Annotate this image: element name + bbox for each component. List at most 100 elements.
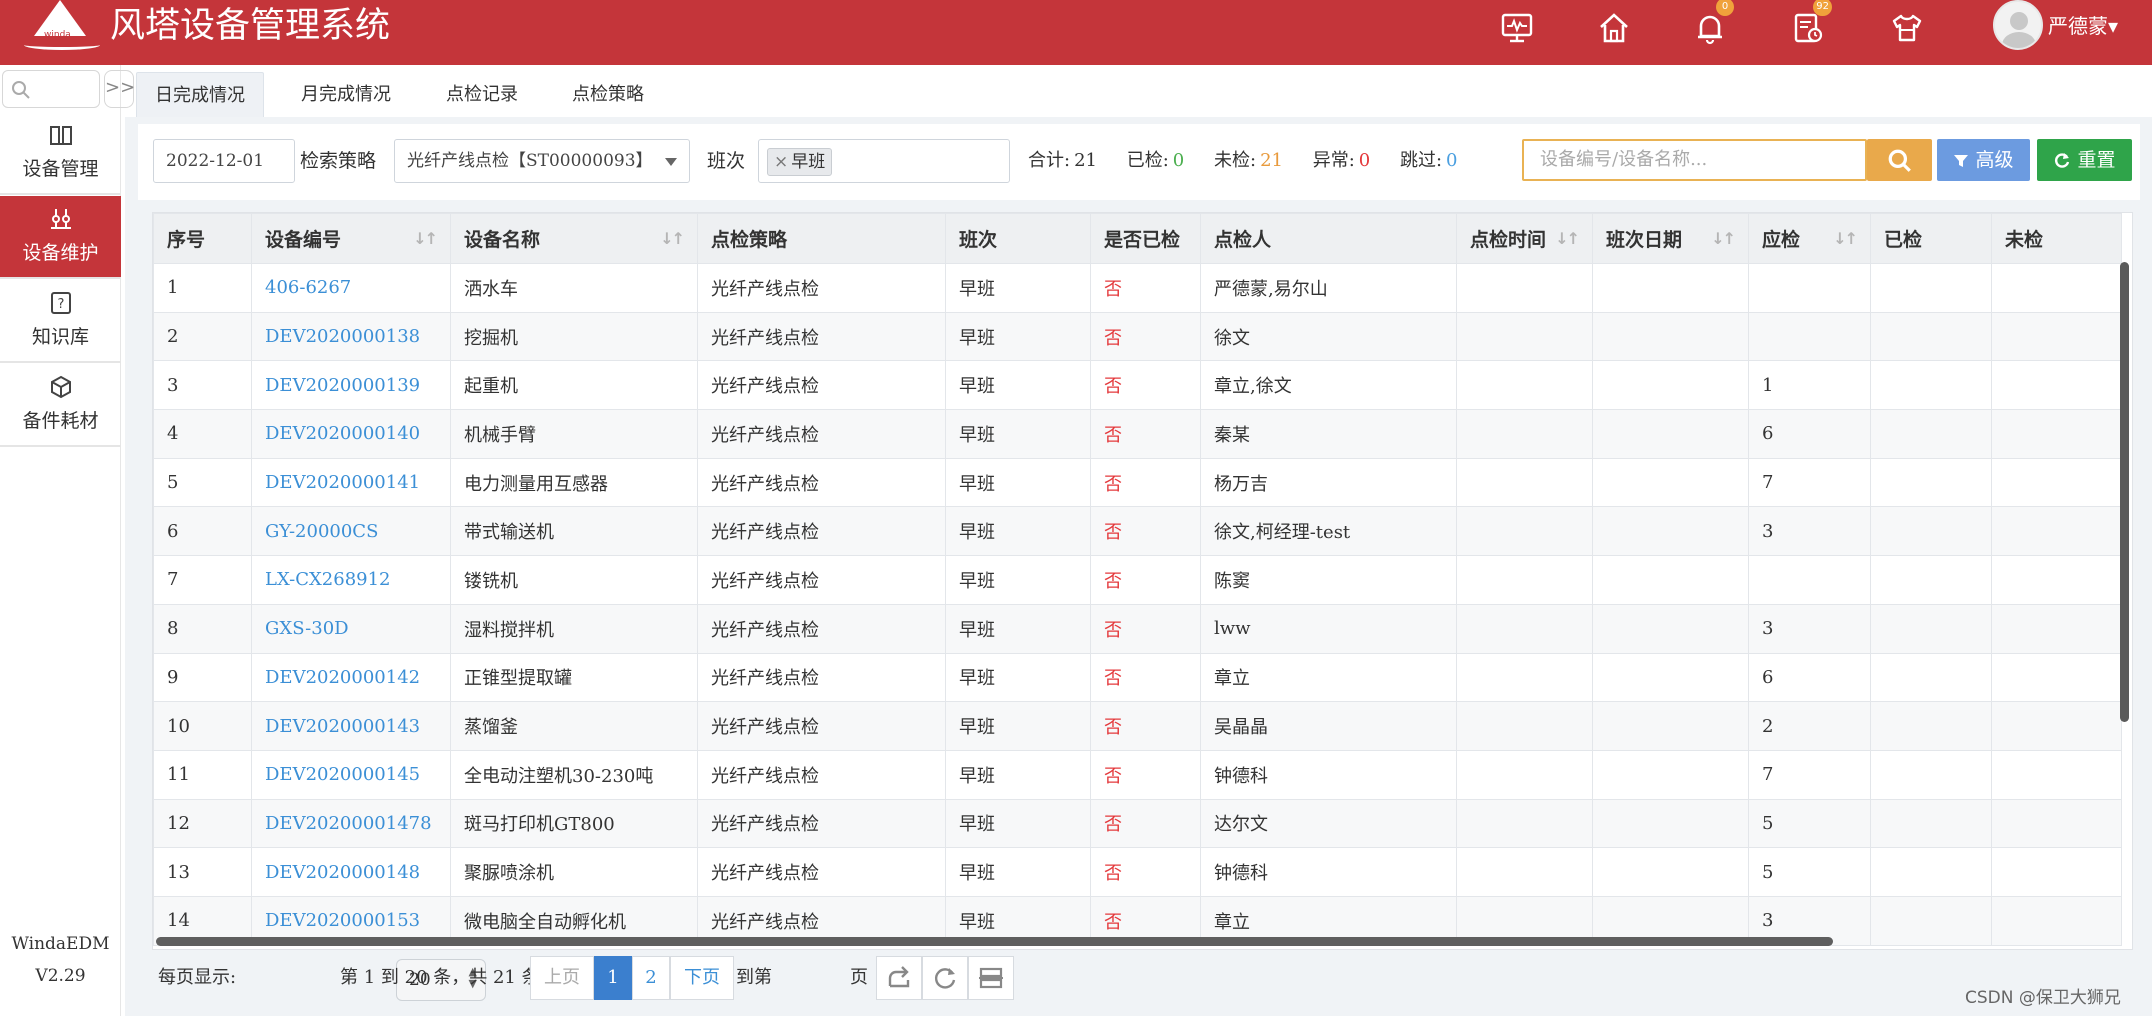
device-code-link[interactable]: DEV20200001478 xyxy=(251,798,451,849)
sidebar-item-knowledge[interactable]: ? 知识库 xyxy=(0,280,121,363)
col-header-inspection-time[interactable]: 点检时间 ↓↑ xyxy=(1456,213,1593,264)
device-code-link[interactable]: DEV2020000148 xyxy=(251,847,451,897)
export-button[interactable] xyxy=(876,956,922,1000)
sidebar-item-equipment[interactable]: 设备管理 xyxy=(0,112,121,195)
table-cell: 光纤产线点检 xyxy=(697,409,946,459)
table-cell xyxy=(1592,555,1749,605)
sidebar-collapse-toggle[interactable]: >> xyxy=(104,70,135,108)
horizontal-scrollbar[interactable] xyxy=(156,937,1833,946)
table-cell: 全电动注塑机30-230吨 xyxy=(450,749,698,800)
sort-icon[interactable]: ↓↑ xyxy=(1833,229,1858,248)
col-header-device-code[interactable]: 设备编号 ↓↑ xyxy=(251,213,451,264)
tab-monthly-completion[interactable]: 月完成情况 xyxy=(301,72,391,118)
sidebar-item-maintenance[interactable]: 设备维护 xyxy=(0,196,121,279)
table-cell: 否 xyxy=(1090,749,1201,800)
tab-daily-completion[interactable]: 日完成情况 xyxy=(136,72,264,118)
sort-icon[interactable]: ↓↑ xyxy=(1711,229,1736,248)
table-cell xyxy=(1991,895,2122,946)
remove-tag-icon[interactable]: × xyxy=(774,152,788,172)
strategy-select[interactable]: 光纤产线点检【ST00000093】 xyxy=(394,139,690,183)
bell-icon[interactable]: 0 xyxy=(1688,0,1734,50)
page-1-button[interactable]: 1 xyxy=(594,956,632,1000)
col-header-index: 序号 xyxy=(153,213,252,264)
table-cell xyxy=(1991,311,2122,362)
device-code-link[interactable]: 406-6267 xyxy=(251,263,451,313)
table-cell xyxy=(1870,798,1992,849)
table-cell xyxy=(1592,847,1749,897)
table-row[interactable]: 9 DEV2020000142 正锥型提取罐 光纤产线点检 早班否章立 6 xyxy=(153,652,2122,703)
vertical-scrollbar[interactable] xyxy=(2120,262,2129,722)
table-cell: 否 xyxy=(1090,409,1201,459)
table-cell: 早班 xyxy=(945,311,1091,362)
advanced-filter-button[interactable]: 高级 xyxy=(1937,139,2030,181)
refresh-button[interactable] xyxy=(922,956,968,1000)
device-code-link[interactable]: GXS-30D xyxy=(251,603,451,654)
col-header-due[interactable]: 应检 ↓↑ xyxy=(1748,213,1871,264)
table-row[interactable]: 1 406-6267 洒水车 光纤产线点检 早班否严德蒙,易尔山 xyxy=(153,263,2122,313)
table-cell: 3 xyxy=(1748,506,1871,557)
table-row[interactable]: 2 DEV2020000138 挖掘机 光纤产线点检 早班否徐文 xyxy=(153,311,2122,362)
table-cell: 早班 xyxy=(945,652,1091,703)
col-header-device-name[interactable]: 设备名称 ↓↑ xyxy=(450,213,698,264)
user-name-dropdown[interactable]: 严德蒙▾ xyxy=(2048,10,2118,39)
column-toggle-button[interactable] xyxy=(968,956,1014,1000)
sort-icon[interactable]: ↓↑ xyxy=(1555,229,1580,248)
table-cell: 11 xyxy=(153,749,252,800)
table-row[interactable]: 7 LX-CX268912 镂铣机 光纤产线点检 早班否陈窦 xyxy=(153,555,2122,605)
tab-inspection-records[interactable]: 点检记录 xyxy=(446,72,518,118)
device-code-link[interactable]: DEV2020000139 xyxy=(251,360,451,411)
sort-icon[interactable]: ↓↑ xyxy=(660,229,685,248)
strategy-select-value: 光纤产线点检【ST00000093】 xyxy=(407,151,653,171)
monitor-icon[interactable] xyxy=(1495,6,1539,50)
table-cell: 7 xyxy=(153,555,252,605)
table-row[interactable]: 4 DEV2020000140 机械手臂 光纤产线点检 早班否秦某 6 xyxy=(153,409,2122,459)
table-cell: 早班 xyxy=(945,749,1091,800)
home-icon[interactable] xyxy=(1592,6,1636,50)
date-picker[interactable]: 2022-12-01 xyxy=(153,139,295,183)
device-code-link[interactable]: LX-CX268912 xyxy=(251,555,451,605)
goto-label: 到第 xyxy=(736,967,772,988)
device-code-link[interactable]: DEV2020000143 xyxy=(251,701,451,751)
device-code-link[interactable]: DEV2020000141 xyxy=(251,457,451,508)
table-cell xyxy=(1870,701,1992,751)
user-avatar[interactable] xyxy=(1993,0,2043,50)
app-name: WindaEDM xyxy=(11,934,110,954)
prev-page-button[interactable]: 上页 xyxy=(530,956,594,1000)
col-header-shift-date[interactable]: 班次日期 ↓↑ xyxy=(1592,213,1749,264)
page-2-button[interactable]: 2 xyxy=(632,956,670,1000)
device-code-link[interactable]: DEV2020000142 xyxy=(251,652,451,703)
table-row[interactable]: 6 GY-20000CS 带式输送机 光纤产线点检 早班否徐文,柯经理-test 3 xyxy=(153,506,2122,557)
device-code-link[interactable]: DEV2020000140 xyxy=(251,409,451,459)
sidebar-search-input[interactable] xyxy=(2,70,100,108)
device-search-input[interactable]: 设备编号/设备名称... xyxy=(1522,139,1867,181)
filter-icon xyxy=(1954,155,1969,167)
table-row[interactable]: 3 DEV2020000139 起重机 光纤产线点检 早班否章立,徐文 1 xyxy=(153,360,2122,411)
table-row[interactable]: 8 GXS-30D 湿料搅拌机 光纤产线点检 早班否 lww 3 xyxy=(153,603,2122,654)
sort-icon[interactable]: ↓↑ xyxy=(413,229,438,248)
device-code-link[interactable]: DEV2020000138 xyxy=(251,311,451,362)
columns-icon xyxy=(979,967,1003,989)
tab-inspection-strategy[interactable]: 点检策略 xyxy=(572,72,644,118)
skipped-value: 0 xyxy=(1446,150,1458,171)
table-row[interactable]: 10 DEV2020000143 蒸馏釜 光纤产线点检 早班否吴晶晶 2 xyxy=(153,701,2122,751)
next-page-button[interactable]: 下页 xyxy=(670,956,734,1000)
search-button[interactable] xyxy=(1867,139,1932,181)
table-cell xyxy=(1991,603,2122,654)
table-row[interactable]: 11 DEV2020000145 全电动注塑机30-230吨 光纤产线点检 早班否钟德科… xyxy=(153,749,2122,800)
task-icon[interactable]: 92 xyxy=(1786,0,1832,50)
table-cell: 否 xyxy=(1090,263,1201,313)
device-code-link[interactable]: DEV2020000145 xyxy=(251,749,451,800)
sidebar-item-spare-parts[interactable]: 备件耗材 xyxy=(0,364,121,447)
shift-tag[interactable]: × 早班 xyxy=(767,148,833,176)
table-cell: 光纤产线点检 xyxy=(697,701,946,751)
table-header-row: 序号 设备编号 ↓↑ 设备名称 ↓↑ 点检策略 班次 是否已检 点检人 点检时间 ↓↑… xyxy=(153,213,2122,264)
shirt-icon[interactable] xyxy=(1885,6,1929,50)
shift-multiselect[interactable]: × 早班 xyxy=(758,139,1010,183)
reset-button[interactable]: 重置 xyxy=(2037,139,2132,181)
table-cell xyxy=(1592,652,1749,703)
table-row[interactable]: 13 DEV2020000148 聚脲喷涂机 光纤产线点检 早班否钟德科 5 xyxy=(153,847,2122,897)
table-row[interactable]: 12 DEV20200001478 斑马打印机GT800 光纤产线点检 早班否达尔文 5 xyxy=(153,798,2122,849)
shift-label: 班次 xyxy=(707,150,746,172)
device-code-link[interactable]: GY-20000CS xyxy=(251,506,451,557)
table-row[interactable]: 5 DEV2020000141 电力测量用互感器 光纤产线点检 早班否杨万吉 7 xyxy=(153,457,2122,508)
